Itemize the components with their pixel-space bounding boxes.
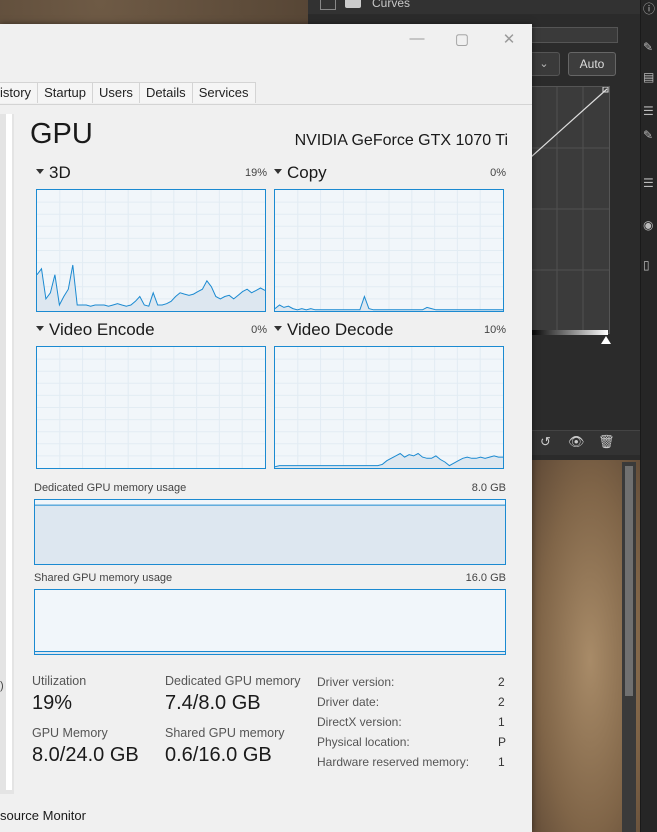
properties-title: Curves (372, 0, 411, 10)
tab-services[interactable]: Services (191, 82, 256, 103)
graph-copy[interactable] (274, 189, 504, 312)
memory-fill (35, 505, 505, 564)
channel-icon[interactable]: ◉ (643, 218, 653, 232)
graph-label-video-decode[interactable]: Video Decode (274, 320, 394, 340)
driver-version-label: Driver version: (317, 675, 395, 689)
dedicated-memory-max: 8.0 GB (471, 482, 506, 494)
page-title: GPU (30, 118, 93, 150)
graph-svg (275, 347, 503, 468)
dedicated-memory-graph[interactable] (34, 499, 506, 565)
brush-icon[interactable]: ✎ (643, 40, 653, 54)
utilization-value: 19% (32, 692, 73, 714)
minimize-icon[interactable]: — (402, 30, 432, 47)
driver-date-value: 2 (498, 695, 505, 709)
graph-video-encode[interactable] (36, 346, 266, 469)
driver-date-label: Driver date: (317, 695, 380, 709)
graph-title: Video Encode (49, 320, 155, 339)
canvas-scrollbar[interactable] (622, 462, 636, 832)
graph-label-video-encode[interactable]: Video Encode (36, 320, 155, 340)
tab-users[interactable]: Users (91, 82, 140, 103)
hardware-reserved-value: 1 (498, 755, 505, 769)
mask-icon (345, 0, 361, 8)
graph-percent-video-decode: 10% (483, 324, 506, 336)
tab-startup[interactable]: Startup (37, 82, 93, 103)
preset-dropdown[interactable] (528, 27, 618, 43)
tab-details[interactable]: Details (138, 82, 193, 103)
tab-bar: istory Startup Users Details Services (0, 82, 256, 104)
hardware-reserved-label: Hardware reserved memory: (317, 755, 470, 769)
white-point-slider[interactable] (601, 336, 611, 344)
chevron-down-icon (36, 169, 44, 175)
graph-3d[interactable] (36, 189, 266, 312)
chevron-down-icon (274, 326, 282, 332)
utilization-label: Utilization (32, 674, 87, 688)
sidebar-panel (6, 114, 12, 790)
directx-version-value: 1 (498, 715, 505, 729)
graph-label-3d[interactable]: 3D (36, 163, 71, 183)
graph-title: Copy (287, 163, 327, 182)
graph-svg (37, 190, 265, 311)
dedicated-memory-stat-label: Dedicated GPU memory (165, 674, 301, 688)
sidebar-scroll-area[interactable] (0, 114, 14, 794)
graph-svg (37, 347, 265, 468)
gpu-memory-value: 8.0/24.0 GB (32, 744, 139, 766)
graph-percent-video-encode: 0% (251, 324, 267, 336)
shared-memory-max: 16.0 GB (465, 572, 506, 584)
shared-memory-graph[interactable] (34, 589, 506, 655)
driver-version-value: 2 (498, 675, 505, 689)
resource-monitor-link[interactable]: source Monitor (0, 808, 86, 823)
shared-memory-label: Shared GPU memory usage (34, 572, 173, 584)
auto-button[interactable]: Auto (568, 52, 616, 76)
maximize-icon[interactable]: ▢ (447, 30, 477, 48)
photoshop-side-toolbar: ⓘ ✎ ▤ ☰ ✎ ☰ ◉ ▯ (640, 0, 657, 832)
document-icon[interactable]: ▯ (643, 258, 650, 272)
memory-svg (35, 504, 505, 564)
close-icon[interactable]: ✕ (494, 30, 524, 48)
chevron-down-icon (274, 169, 282, 175)
tab-app-history[interactable]: istory (0, 82, 39, 103)
layers-icon[interactable]: ☰ (643, 176, 654, 190)
dedicated-memory-label: Dedicated GPU memory usage (34, 482, 187, 494)
swatch-icon[interactable]: ▤ (643, 70, 654, 84)
reset-icon[interactable]: ↺ (540, 434, 551, 450)
path-icon[interactable]: ✎ (643, 128, 653, 142)
curves-gradient-bar (530, 330, 608, 335)
graph-svg (275, 190, 503, 311)
tab-divider (0, 104, 532, 105)
curves-graph[interactable] (530, 86, 610, 334)
graph-video-decode[interactable] (274, 346, 504, 469)
graph-title: Video Decode (287, 320, 394, 339)
chevron-down-icon (36, 326, 44, 332)
graph-percent-3d: 19% (244, 167, 267, 179)
physical-location-value: P (498, 735, 507, 749)
directx-version-label: DirectX version: (317, 715, 402, 729)
gpu-model-name: NVIDIA GeForce GTX 1070 Ti (294, 132, 508, 149)
properties-footer: ↺ 👁 🗑 (530, 430, 640, 455)
info-icon[interactable]: ⓘ (643, 0, 655, 17)
visibility-icon[interactable]: 👁 (568, 434, 585, 450)
sidebar-item-fragment: ) (0, 680, 4, 692)
memory-svg (35, 650, 505, 654)
graph-percent-copy: 0% (490, 167, 506, 179)
physical-location-label: Physical location: (317, 735, 410, 749)
dedicated-memory-stat-value: 7.4/8.0 GB (165, 692, 261, 714)
task-manager-window: — ▢ ✕ istory Startup Users Details Servi… (0, 24, 532, 832)
shared-memory-stat-value: 0.6/16.0 GB (165, 744, 272, 766)
graph-label-copy[interactable]: Copy (274, 163, 327, 183)
gpu-memory-label: GPU Memory (32, 726, 108, 740)
list-icon[interactable]: ☰ (643, 104, 654, 118)
graph-title: 3D (49, 163, 71, 182)
shared-memory-stat-label: Shared GPU memory (165, 726, 285, 740)
adjustment-icon (320, 0, 336, 10)
scrollbar-thumb[interactable] (625, 466, 633, 696)
channel-dropdown[interactable]: ⌄ (528, 52, 560, 76)
trash-icon[interactable]: 🗑 (598, 434, 615, 450)
